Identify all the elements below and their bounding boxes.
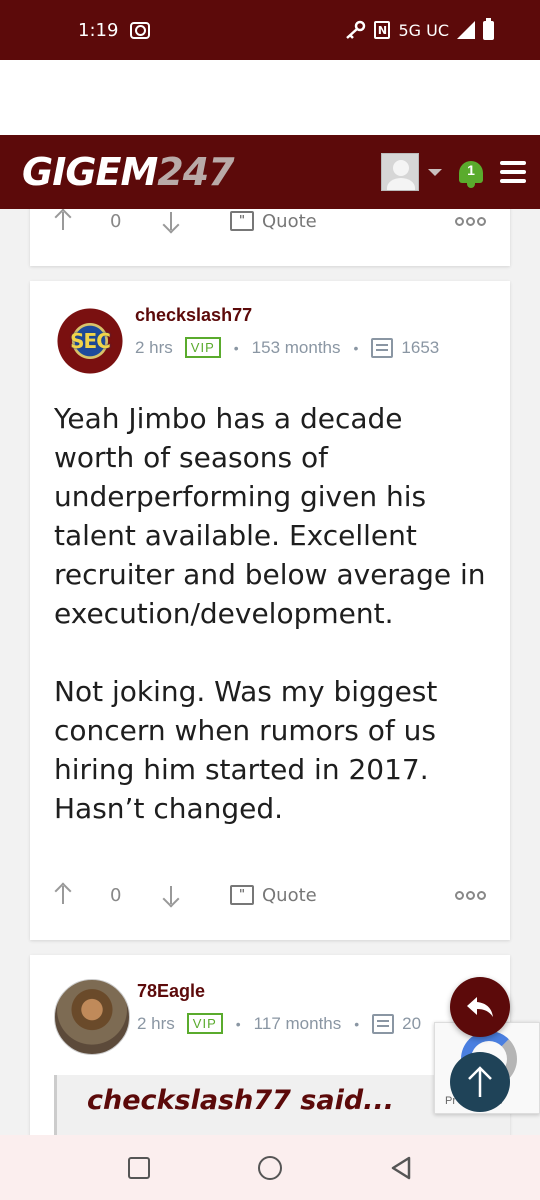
arrow-up-icon bbox=[468, 1066, 492, 1097]
post-time: 2 hrs bbox=[135, 337, 173, 357]
post-header: 78Eagle 2 hrs VIP • 117 months • 20 bbox=[54, 979, 488, 1059]
home-button[interactable] bbox=[258, 1155, 282, 1180]
separator-dot: • bbox=[235, 1015, 241, 1032]
back-button[interactable] bbox=[390, 1156, 412, 1180]
quote-author[interactable]: checkslash77 said... bbox=[87, 1085, 484, 1116]
quote-icon: " bbox=[230, 885, 254, 905]
menu-icon[interactable] bbox=[500, 161, 526, 183]
scroll-to-top-button[interactable] bbox=[450, 1052, 510, 1112]
quote-icon: " bbox=[230, 211, 254, 231]
avatar-logo-text: SEC bbox=[70, 329, 111, 353]
post-time: 2 hrs bbox=[137, 1013, 175, 1033]
status-bar: 1:19 N 5G UC bbox=[0, 0, 540, 60]
membership-length: 153 months bbox=[251, 337, 341, 357]
author-avatar[interactable]: SEC bbox=[52, 303, 128, 379]
upvote-arrow-icon[interactable] bbox=[54, 209, 72, 233]
notifications-button[interactable]: 1 bbox=[456, 156, 486, 188]
post-actions: 0 " Quote bbox=[54, 880, 486, 910]
author-username[interactable]: checkslash77 bbox=[135, 305, 252, 326]
vip-badge: VIP bbox=[186, 1013, 223, 1034]
separator-dot: • bbox=[353, 339, 359, 356]
reply-icon bbox=[467, 997, 493, 1017]
recent-apps-button[interactable] bbox=[128, 1156, 150, 1179]
logo-main: GIGEM bbox=[22, 150, 158, 194]
system-navigation-bar bbox=[0, 1135, 540, 1200]
downvote-arrow-icon[interactable] bbox=[162, 209, 180, 233]
author-avatar[interactable] bbox=[54, 979, 130, 1055]
post-count: 20 bbox=[402, 1013, 422, 1033]
signal-icon bbox=[457, 21, 475, 39]
reply-button[interactable] bbox=[450, 977, 510, 1037]
post-count: 1653 bbox=[401, 337, 440, 357]
post-header: SEC checkslash77 2 hrs VIP • 153 months … bbox=[52, 303, 488, 383]
battery-icon bbox=[483, 17, 494, 40]
browser-blank-area bbox=[0, 60, 540, 135]
user-avatar[interactable] bbox=[381, 153, 419, 191]
separator-dot: • bbox=[354, 1015, 360, 1032]
post-meta: 2 hrs VIP • 117 months • 20 bbox=[137, 1013, 421, 1034]
notification-count: 1 bbox=[467, 162, 475, 178]
post-paragraph: Not joking. Was my biggest concern when … bbox=[54, 675, 438, 825]
post-meta: 2 hrs VIP • 153 months • 1653 bbox=[135, 337, 439, 358]
site-header: GIGEM247 1 bbox=[0, 135, 540, 209]
network-label: 5G UC bbox=[398, 20, 449, 40]
logo-number: 247 bbox=[157, 150, 234, 194]
more-options-icon[interactable] bbox=[455, 890, 486, 900]
status-time: 1:19 bbox=[78, 19, 119, 41]
post-paragraph: Yeah Jimbo has a decade worth of seasons… bbox=[54, 402, 486, 630]
chevron-down-icon[interactable] bbox=[428, 168, 442, 176]
nfc-icon: N bbox=[374, 21, 391, 39]
quote-button[interactable]: " Quote bbox=[230, 211, 317, 232]
post-actions: 0 " Quote bbox=[54, 206, 486, 236]
quote-label: Quote bbox=[262, 884, 317, 906]
post-body: Yeah Jimbo has a decade worth of seasons… bbox=[54, 399, 488, 828]
downvote-arrow-icon[interactable] bbox=[162, 883, 180, 907]
more-options-icon[interactable] bbox=[455, 216, 486, 226]
posts-icon bbox=[371, 337, 394, 358]
quote-button[interactable]: " Quote bbox=[230, 885, 317, 906]
post-card: SEC checkslash77 2 hrs VIP • 153 months … bbox=[30, 281, 510, 940]
status-icons: N 5G UC bbox=[344, 17, 494, 40]
vote-count: 0 bbox=[110, 210, 122, 232]
bell-clapper bbox=[467, 183, 475, 188]
membership-length: 117 months bbox=[253, 1013, 342, 1033]
separator-dot: • bbox=[233, 339, 239, 356]
posts-icon bbox=[372, 1013, 395, 1034]
upvote-arrow-icon[interactable] bbox=[54, 883, 72, 907]
screen-record-icon bbox=[130, 21, 151, 39]
post-card-previous: 0 " Quote bbox=[30, 200, 510, 266]
site-logo[interactable]: GIGEM247 bbox=[22, 150, 235, 194]
header-actions: 1 bbox=[381, 153, 526, 191]
vip-badge: VIP bbox=[184, 337, 221, 358]
quote-label: Quote bbox=[262, 210, 317, 232]
vote-count: 0 bbox=[110, 884, 122, 906]
author-username[interactable]: 78Eagle bbox=[137, 981, 205, 1002]
key-icon bbox=[346, 20, 366, 39]
